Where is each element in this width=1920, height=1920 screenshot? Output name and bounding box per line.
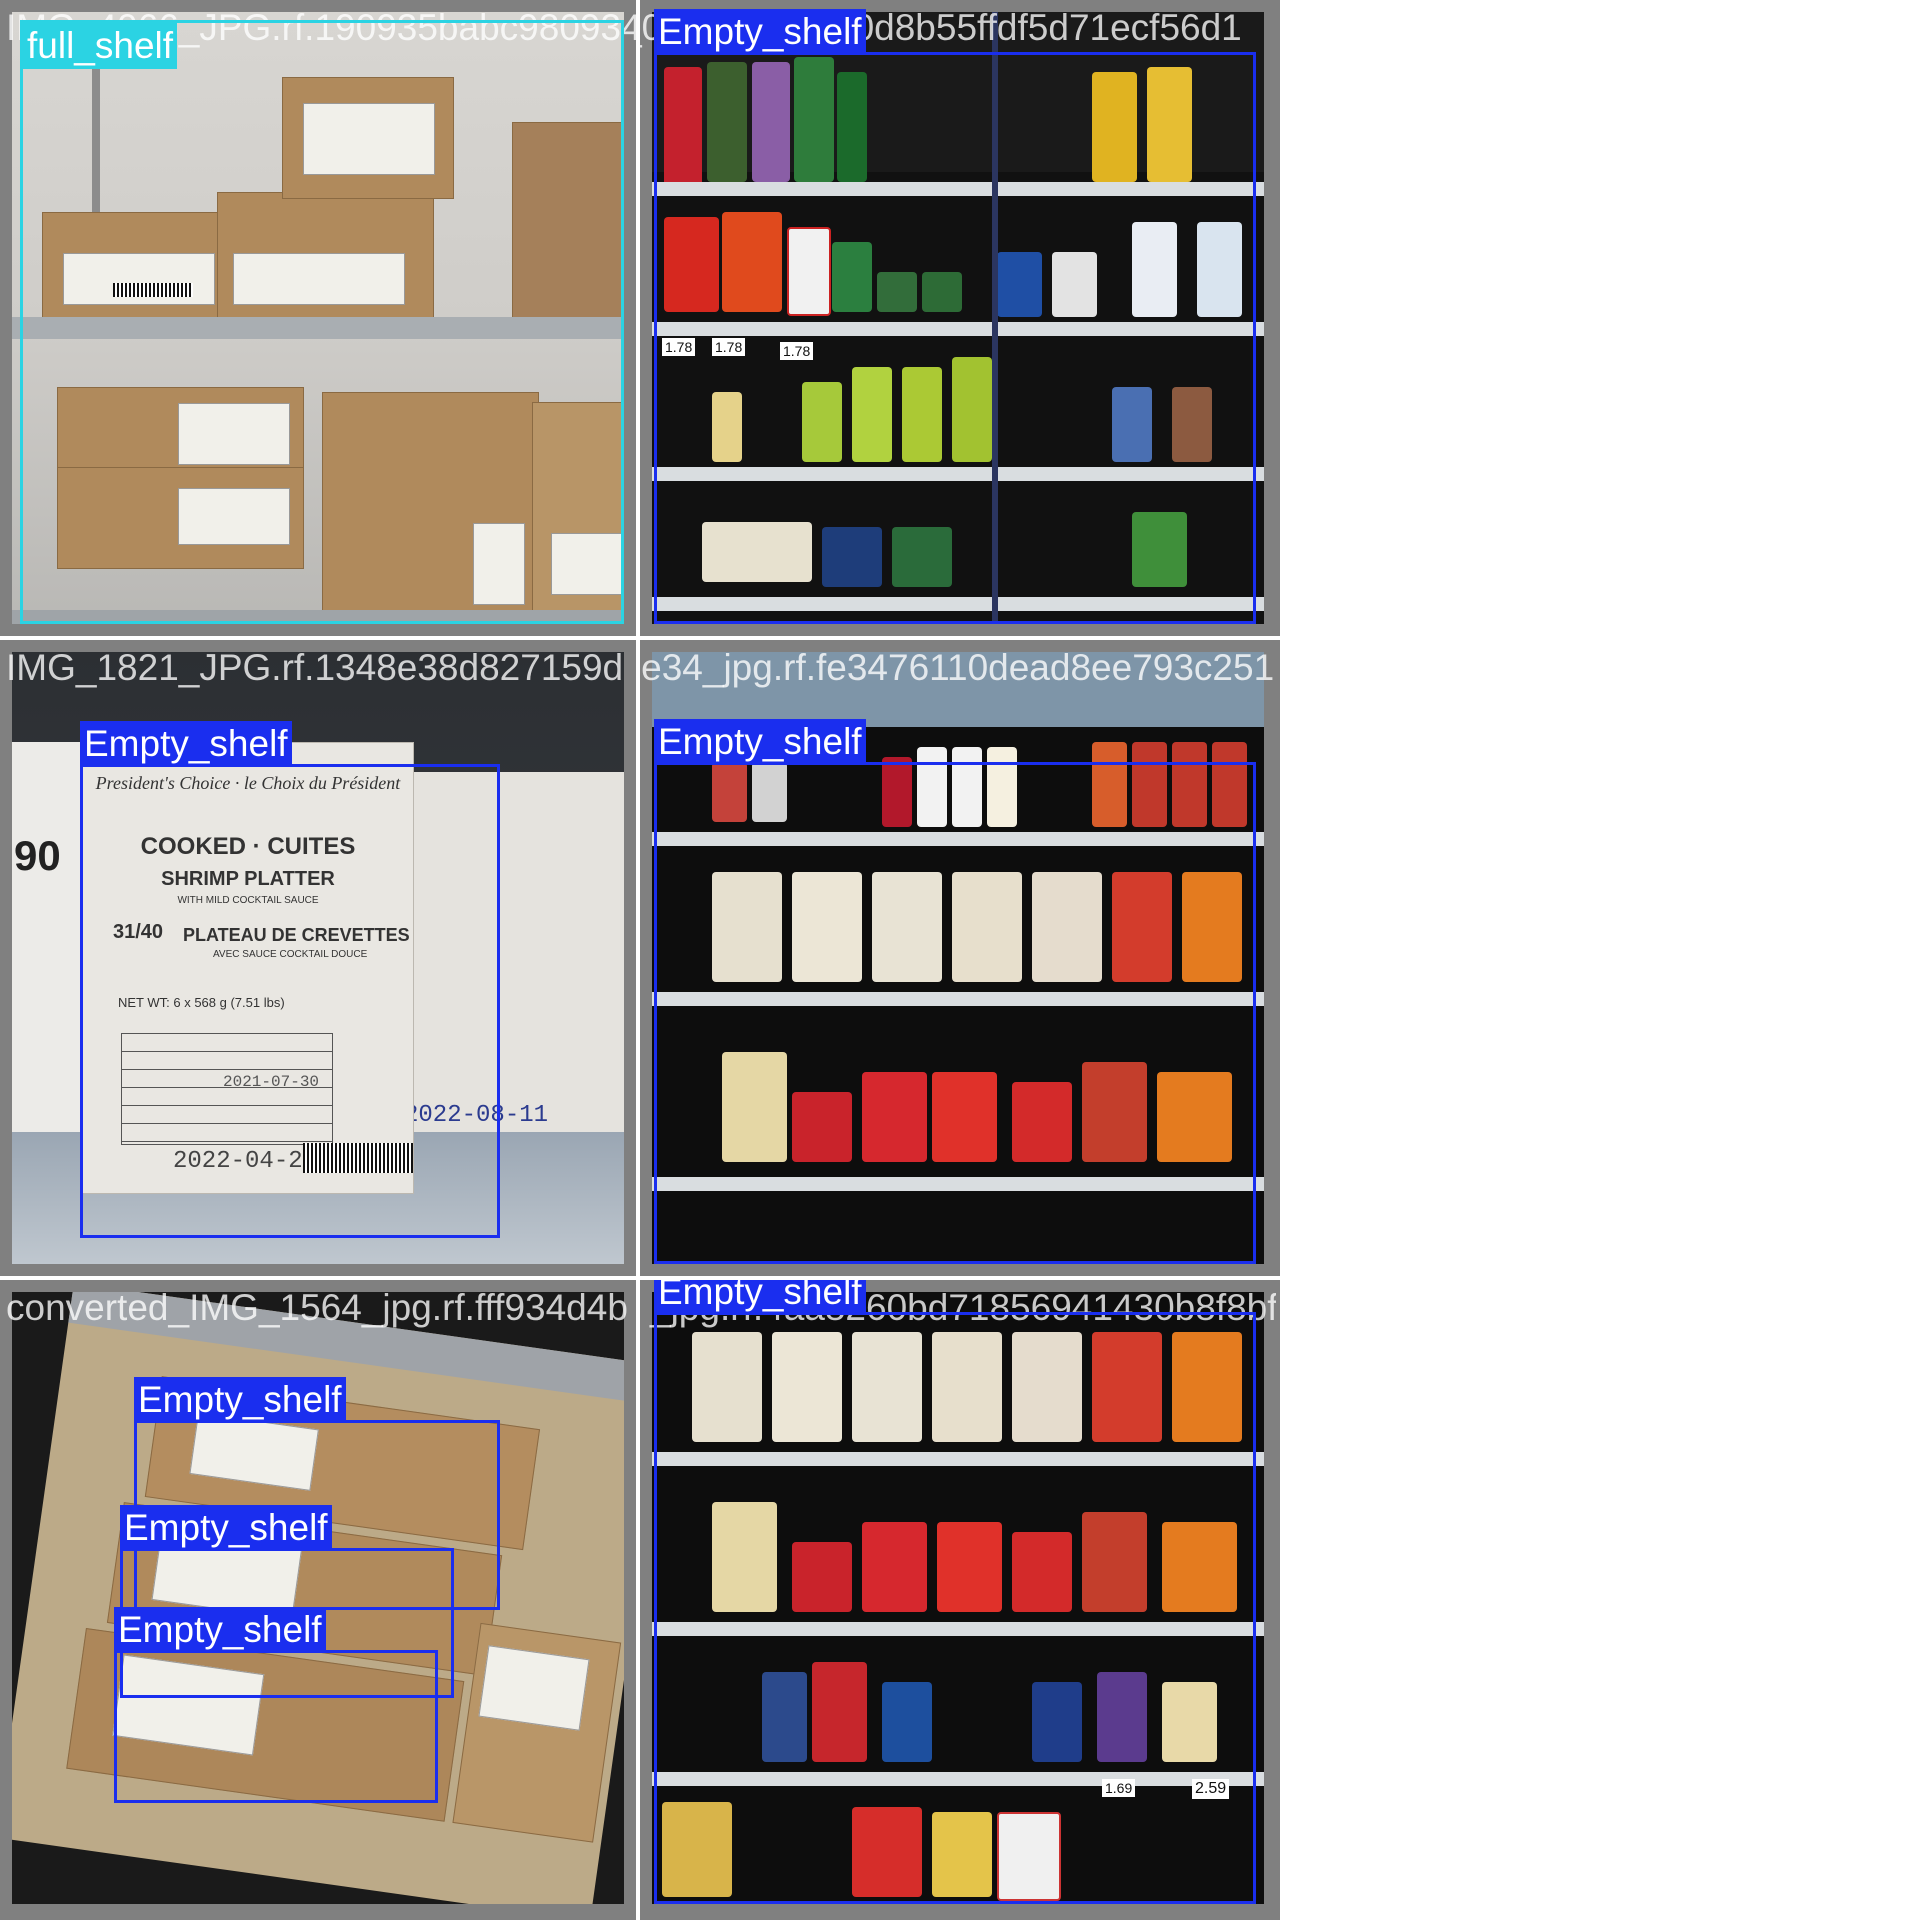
detection-label: full_shelf (23, 23, 178, 69)
detection-label: Empty_shelf (654, 9, 866, 55)
detection-box: Empty_shelf (114, 1607, 438, 1803)
detection-label: Empty_shelf (654, 719, 866, 765)
detection-label: Empty_shelf (134, 1377, 346, 1423)
grid-divider (0, 636, 1280, 640)
tile-6: 1.69 2.59 _jpg.rf.4aa8260bd71856941430b8… (640, 1280, 1276, 1916)
image-mosaic: IMG_4066_JPG.rf.190935babc980934 full_sh… (0, 0, 1280, 1920)
detection-box: Empty_shelf (80, 721, 500, 1238)
tile-filename: IMG_1821_JPG.rf.1348e38d827159d (6, 647, 624, 688)
detection-box: Empty_shelf (654, 1280, 1256, 1904)
grid-divider (0, 1276, 1280, 1280)
tile-filename: dbe34_jpg.rf.fe3476110dead8ee793c251b342… (640, 647, 1276, 688)
tile-1: IMG_4066_JPG.rf.190935babc980934 full_sh… (0, 0, 636, 636)
detection-label: Empty_shelf (654, 1280, 866, 1315)
detection-box: Empty_shelf (654, 719, 1256, 1264)
detection-label: Empty_shelf (120, 1505, 332, 1551)
detection-label: Empty_shelf (114, 1607, 326, 1653)
detection-box: full_shelf (20, 20, 624, 624)
tile-2: 1.78 1.78 1.78 s_5f59_00f0eeac3cb0d8b55f… (640, 0, 1276, 636)
side-carton: 90 (12, 742, 82, 1132)
tile-5: converted_IMG_1564_jpg.rf.fff934d4b Empt… (0, 1280, 636, 1916)
grid-divider (636, 0, 640, 1920)
detection-box: Empty_shelf (654, 9, 1256, 624)
tile-3: 90 2022-08-11 President's Choice · le Ch… (0, 640, 636, 1276)
detection-label: Empty_shelf (80, 721, 292, 767)
tile-filename: converted_IMG_1564_jpg.rf.fff934d4b (6, 1287, 628, 1328)
tile-4: dbe34_jpg.rf.fe3476110dead8ee793c251b342… (640, 640, 1276, 1276)
